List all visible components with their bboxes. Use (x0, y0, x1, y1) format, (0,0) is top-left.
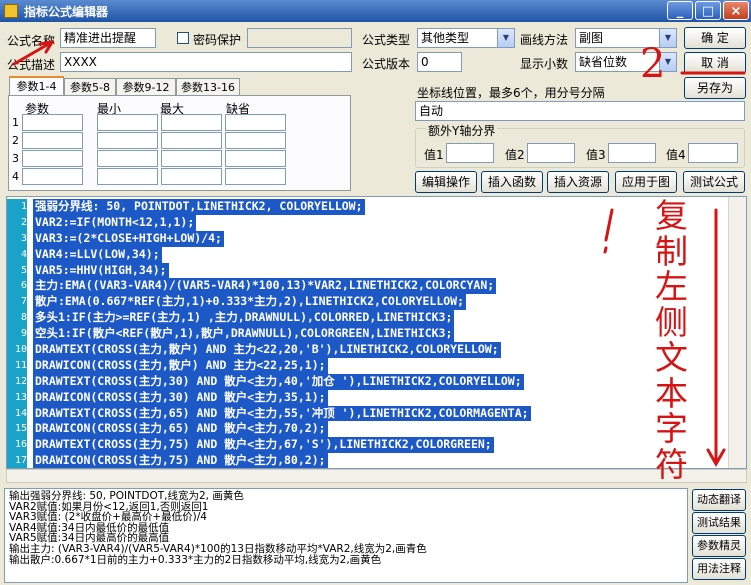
down-arrow-annotation (706, 208, 726, 468)
arrow-annotation (12, 40, 54, 66)
annotation-side-text: 复制左侧文本字符 (655, 196, 688, 484)
tick-mark-annotation (603, 208, 614, 254)
annotation-overlay (12, 40, 746, 468)
annotation-number: 2 (640, 41, 666, 87)
formula-editor-window: 指标公式编辑器 _ □ × 公式名称 精准进出提醒 密码保护 公式类型 其他类型… (0, 0, 751, 585)
